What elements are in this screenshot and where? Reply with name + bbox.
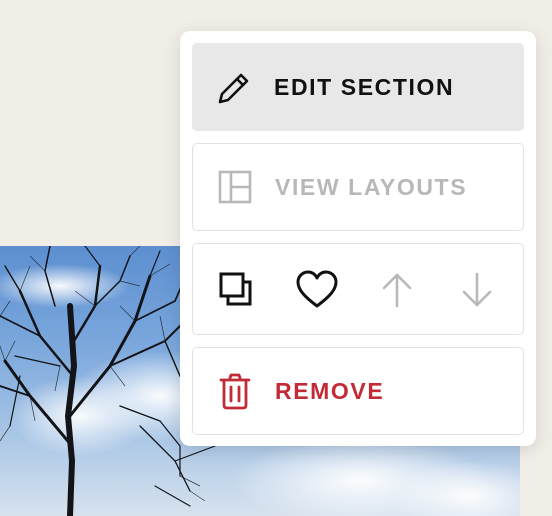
layout-icon <box>215 167 255 207</box>
remove-section-button[interactable]: REMOVE <box>192 347 524 435</box>
edit-section-button[interactable]: EDIT SECTION <box>192 43 524 131</box>
edit-section-label: EDIT SECTION <box>274 73 455 100</box>
trash-icon <box>215 371 255 411</box>
view-layouts-button[interactable]: VIEW LAYOUTS <box>192 143 524 231</box>
arrow-down-icon[interactable] <box>455 268 499 312</box>
heart-icon[interactable] <box>295 268 339 312</box>
section-context-menu: EDIT SECTION VIEW LAYOUTS REMOVE <box>180 31 536 446</box>
arrow-up-icon[interactable] <box>375 268 419 312</box>
remove-label: REMOVE <box>275 377 385 404</box>
duplicate-icon[interactable] <box>215 268 259 312</box>
view-layouts-label: VIEW LAYOUTS <box>275 173 468 200</box>
section-actions-row <box>192 243 524 335</box>
pencil-icon <box>214 67 254 107</box>
